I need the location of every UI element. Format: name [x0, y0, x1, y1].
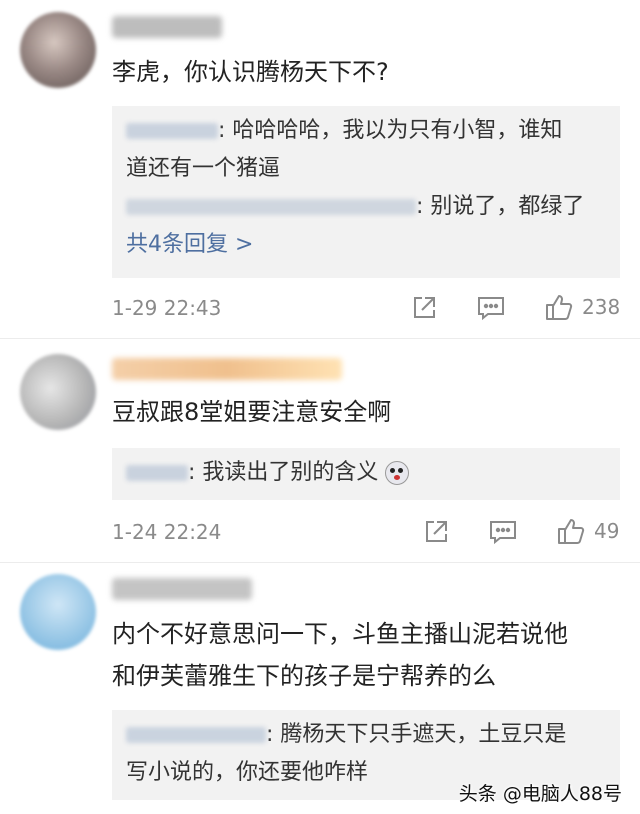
share-button[interactable]: [422, 518, 450, 546]
comment-1: 李虎，你认识腾杨天下不? : 哈哈哈哈，我以为只有小智，谁知 道还有一个猪逼 :…: [0, 0, 640, 340]
avatar[interactable]: [20, 354, 96, 430]
username-blurred[interactable]: [112, 16, 222, 38]
reply-text: 哈哈哈哈，我以为只有小智，谁知: [232, 118, 563, 143]
divider: [0, 338, 640, 339]
like-button[interactable]: 238: [544, 292, 620, 322]
share-button[interactable]: [410, 294, 438, 322]
like-icon: [558, 519, 585, 544]
reply-text: 腾杨天下只手遮天，土豆只是: [280, 722, 567, 747]
reply-user-blurred: [126, 465, 188, 481]
comment-text: 豆叔跟8堂姐要注意安全啊: [112, 398, 392, 426]
more-replies-link[interactable]: 共4条回复 >: [126, 226, 253, 264]
share-icon: [414, 297, 435, 318]
reply-box[interactable]: : 哈哈哈哈，我以为只有小智，谁知 道还有一个猪逼 : 别说了，都绿了 共4条回…: [112, 106, 620, 278]
username-blurred[interactable]: [112, 578, 252, 600]
reply-line: : 别说了，都绿了: [126, 188, 584, 226]
comment-button[interactable]: [488, 518, 518, 546]
comment-text: 李虎，你认识腾杨天下不?: [112, 58, 389, 86]
like-count: 49: [594, 519, 620, 543]
comment-time: 1-29 22:43: [112, 296, 222, 320]
avatar[interactable]: [20, 12, 96, 88]
reply-box[interactable]: : 我读出了别的含义: [112, 448, 620, 500]
reply-user-blurred: [126, 123, 218, 139]
reply-text: 我读出了别的含义: [202, 460, 379, 485]
emoji-icon: [385, 461, 410, 485]
avatar[interactable]: [20, 574, 96, 650]
reply-text: 别说了，都绿了: [430, 194, 585, 219]
comment-3: 内个不好意思问一下，斗鱼主播山泥若说他 和伊芙蕾雅生下的孩子是宁帮养的么 : 腾…: [0, 564, 640, 814]
reply-line: 写小说的，你还要他咋样: [126, 760, 369, 785]
reply-user-blurred: [126, 199, 416, 215]
reply-line: : 腾杨天下只手遮天，土豆只是: [126, 716, 566, 754]
like-button[interactable]: 49: [556, 516, 619, 546]
reply-line: : 哈哈哈哈，我以为只有小智，谁知: [126, 112, 562, 150]
comment-text: 和伊芙蕾雅生下的孩子是宁帮养的么: [112, 662, 496, 690]
reply-user-blurred: [126, 727, 266, 743]
like-count: 238: [582, 295, 621, 319]
like-icon: [546, 295, 573, 320]
comment-icon: [490, 521, 516, 545]
comment-text: 内个不好意思问一下，斗鱼主播山泥若说他: [112, 620, 568, 648]
share-icon: [426, 521, 447, 542]
username-blurred[interactable]: [112, 358, 342, 380]
reply-line: : 我读出了别的含义: [126, 454, 410, 492]
comment-2: 豆叔跟8堂姐要注意安全啊 : 我读出了别的含义 1-24 22:24 49: [0, 340, 640, 562]
divider: [0, 562, 640, 563]
comment-button[interactable]: [476, 294, 506, 322]
comment-time: 1-24 22:24: [112, 520, 222, 544]
reply-line: 道还有一个猪逼: [126, 156, 281, 181]
watermark: 头条 @电脑人88号: [458, 783, 622, 805]
comment-icon: [478, 297, 504, 321]
